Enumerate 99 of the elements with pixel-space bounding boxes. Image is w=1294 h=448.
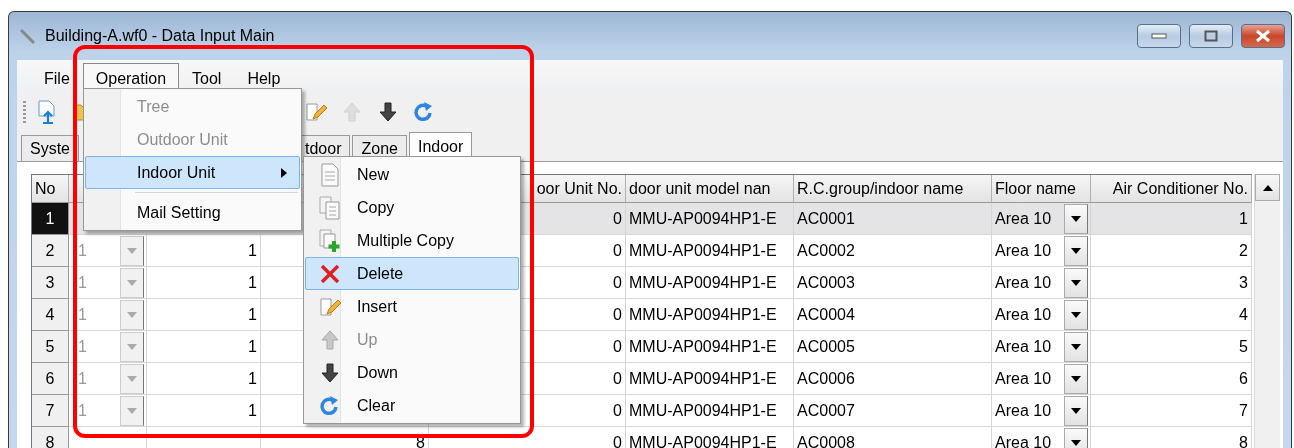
caret-icon [1071,279,1081,286]
caret-icon [1071,375,1081,382]
submenu-arrow-icon [281,167,287,178]
caret-icon [127,375,137,382]
close-icon [1254,29,1272,43]
row-header[interactable]: 2 [32,235,69,267]
combo-cell[interactable]: Area 10 [992,203,1091,235]
column-header: R.C.group/indoor name [794,175,992,203]
menu-item[interactable]: File [31,63,83,93]
table-cell: 1 [147,267,261,299]
scroll-up-button[interactable] [1255,174,1280,201]
table-cell: 1 [147,299,261,331]
down-arrow-icon [377,101,399,123]
table-cell: MMU-AP0094HP1-E [626,299,794,331]
combo-cell[interactable]: Area 10 [992,363,1091,395]
menu-item[interactable]: Delete [305,257,519,290]
caret-icon [1262,184,1273,191]
menu-item[interactable]: Indoor Unit [85,156,300,189]
table-cell: 1 [147,331,261,363]
dropdown-button[interactable] [1064,427,1088,448]
table-cell: MMU-AP0094HP1-E [626,267,794,299]
column-header: door unit model nan [626,175,794,203]
pencil-icon [318,295,341,318]
combo-cell[interactable]: Area 10 [992,235,1091,267]
window-title: Building-A.wf0 - Data Input Main [45,27,276,45]
table-cell: MMU-AP0094HP1-E [626,331,794,363]
dropdown-button[interactable] [1064,331,1088,362]
row-header[interactable]: 3 [32,267,69,299]
table-cell: MMU-AP0094HP1-E [626,395,794,427]
dropdown-button[interactable] [1064,395,1088,426]
circular-arrow-icon [318,394,341,417]
table-cell: 1 [147,363,261,395]
combo-cell[interactable]: Area 10 [992,299,1091,331]
caret-icon [1071,311,1081,318]
down-arrow-icon [318,361,341,384]
table-cell: 1 [1091,203,1252,235]
cross-icon [318,262,341,285]
caret-icon [1071,439,1081,446]
menu-item[interactable]: Mail Setting [85,196,300,229]
row-header[interactable]: 6 [32,363,69,395]
row-header[interactable]: 4 [32,299,69,331]
caret-icon [127,247,137,254]
table-cell: MMU-AP0094HP1-E [626,203,794,235]
close-button[interactable] [1241,24,1285,48]
dropdown-button[interactable] [1064,267,1088,298]
caret-icon [127,279,137,286]
dropdown-button[interactable] [1064,363,1088,394]
caret-icon [1071,247,1081,254]
combo-cell[interactable]: Area 10 [992,331,1091,363]
table-cell: 1 [147,395,261,427]
table-cell: AC0007 [794,395,992,427]
table-cell: 4 [1091,299,1252,331]
maximize-button[interactable] [1189,24,1233,48]
dropdown-button[interactable] [1064,235,1088,266]
table-cell: 1 [147,235,261,267]
toolbar-grip [23,101,26,123]
table-cell: 3 [1091,267,1252,299]
maximize-icon [1204,30,1218,42]
caret-icon [127,311,137,318]
row-header[interactable]: 8 [32,427,69,448]
copy-documents-icon [318,195,341,220]
caret-icon [127,343,137,350]
minimize-button[interactable] [1137,24,1181,48]
caret-icon [1071,407,1081,414]
table-cell: MMU-AP0094HP1-E [626,363,794,395]
caret-icon [1071,215,1081,222]
table-cell: 7 [1091,395,1252,427]
combo-cell[interactable]: Area 10 [992,427,1091,448]
pencil-icon [305,101,327,123]
document-icon [319,162,340,187]
row-header[interactable]: 1 [32,203,69,235]
row-header[interactable]: 5 [32,331,69,363]
circular-arrow-icon [413,101,435,123]
combo-cell[interactable]: Area 10 [992,395,1091,427]
table-cell: AC0003 [794,267,992,299]
table-cell: AC0006 [794,363,992,395]
combo-cell[interactable]: Area 10 [992,267,1091,299]
tab[interactable]: Syste [21,135,79,161]
dropdown-button[interactable] [1064,203,1088,234]
row-header[interactable]: 7 [32,395,69,427]
table-cell: AC0001 [794,203,992,235]
minimize-icon [1151,33,1167,39]
column-header: Floor name [992,175,1091,203]
up-arrow-icon [341,101,363,123]
table-cell: AC0002 [794,235,992,267]
table-cell: AC0004 [794,299,992,331]
table-cell: AC0008 [794,427,992,448]
caret-icon [1071,343,1081,350]
table-cell: 5 [1091,331,1252,363]
column-header: No [32,175,69,203]
caret-icon [127,407,137,414]
column-header: Air Conditioner No. [1091,175,1252,203]
table-cell: 6 [1091,363,1252,395]
table-cell: MMU-AP0094HP1-E [626,235,794,267]
scroll-bar[interactable] [1254,174,1280,448]
table-cell: 2 [1091,235,1252,267]
table-cell: AC0005 [794,331,992,363]
dropdown-button[interactable] [1064,299,1088,330]
copy-plus-icon [318,228,341,253]
